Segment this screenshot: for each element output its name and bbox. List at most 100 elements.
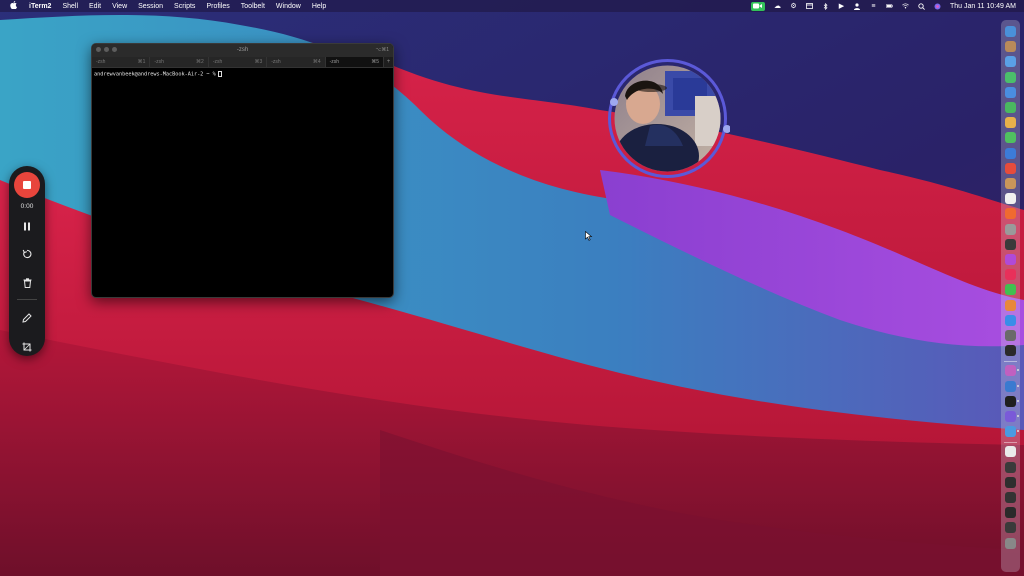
tab-label: -zsh: [271, 59, 281, 65]
menubar-clock[interactable]: Thu Jan 11 10:49 AM: [950, 3, 1016, 10]
dock-app-icon[interactable]: [1005, 411, 1019, 422]
dock-app-icon[interactable]: [1005, 193, 1016, 205]
pause-button[interactable]: [20, 219, 34, 233]
stop-recording-button[interactable]: [14, 172, 40, 198]
pen-icon: [22, 313, 32, 323]
window-controls: [96, 47, 117, 52]
dock-app-icon[interactable]: [1005, 26, 1016, 37]
menu-edit[interactable]: Edit: [89, 3, 101, 10]
crop-button[interactable]: [20, 340, 34, 354]
menu-toolbelt[interactable]: Toolbelt: [241, 3, 265, 10]
dock-app-icon[interactable]: [1005, 426, 1019, 438]
dock-app-icon[interactable]: [1005, 132, 1016, 144]
menu-profiles[interactable]: Profiles: [206, 3, 229, 10]
dock-app-icon[interactable]: [1005, 365, 1019, 377]
wifi-icon[interactable]: [902, 3, 909, 10]
dock-app-icon[interactable]: [1005, 41, 1016, 53]
menu-app-name[interactable]: iTerm2: [29, 3, 51, 10]
dock-app-icon[interactable]: [1005, 223, 1016, 235]
dock-app-icon[interactable]: [1005, 284, 1016, 296]
tab-shortcut: ⌘2: [196, 59, 204, 65]
cloud-icon[interactable]: ☁: [774, 3, 781, 10]
dock-app-icon[interactable]: [1005, 269, 1016, 281]
webcam-bubble[interactable]: [605, 56, 730, 181]
window-icon[interactable]: [806, 3, 813, 10]
dock-app-icon[interactable]: [1005, 314, 1016, 326]
terminal-output[interactable]: andrewvanbeek@andrews-MacBook-Air-2 ~ %: [92, 68, 393, 81]
window-titlebar[interactable]: -zsh ⌥⌘1: [92, 44, 393, 57]
dock-app-icon[interactable]: [1005, 345, 1016, 357]
menu-scripts[interactable]: Scripts: [174, 3, 195, 10]
dock-app-icon[interactable]: [1005, 86, 1016, 98]
dock-app-icon[interactable]: [1005, 208, 1016, 220]
dock-app-icon[interactable]: [1005, 56, 1016, 68]
trash-icon: [23, 278, 31, 288]
dock-app-icon[interactable]: [1005, 178, 1016, 189]
dock-app-icon[interactable]: [1005, 507, 1016, 519]
dock-app-icon[interactable]: [1005, 330, 1016, 341]
bluetooth-icon[interactable]: [822, 2, 829, 10]
dock-app-icon[interactable]: [1005, 71, 1016, 83]
apple-icon[interactable]: [10, 1, 17, 11]
menu-help[interactable]: Help: [312, 3, 326, 10]
recording-timer: 0:00: [20, 203, 34, 210]
dock-app-icon[interactable]: [1005, 147, 1016, 159]
webcam-video: [614, 65, 721, 172]
camera-recording-icon[interactable]: [750, 1, 765, 11]
dock-app-icon[interactable]: [1005, 446, 1016, 458]
restart-button[interactable]: [20, 247, 34, 261]
dock-app-icon[interactable]: [1005, 380, 1019, 392]
draw-button[interactable]: [20, 311, 34, 325]
close-window-button[interactable]: [96, 47, 101, 52]
menu-view[interactable]: View: [112, 3, 127, 10]
restart-icon: [22, 249, 32, 259]
tab-shortcut: ⌘5: [371, 59, 380, 65]
dock-app-icon[interactable]: [1005, 492, 1016, 503]
siri-icon[interactable]: [934, 3, 941, 10]
dock-separator: [1004, 361, 1017, 363]
dock-app-icon[interactable]: [1005, 299, 1016, 311]
running-indicator: [1017, 399, 1019, 402]
minimize-window-button[interactable]: [104, 47, 109, 52]
dock-app-icon[interactable]: [1005, 162, 1016, 174]
tab-shortcut: ⌘3: [254, 59, 263, 65]
tab-label: -zsh: [96, 59, 106, 65]
user-icon[interactable]: [854, 2, 861, 10]
running-indicator: [1017, 430, 1019, 433]
panel-divider: [17, 299, 37, 300]
battery-icon[interactable]: [886, 3, 893, 10]
menu-session[interactable]: Session: [138, 3, 163, 10]
tab-label: -zsh: [329, 59, 340, 65]
play-icon[interactable]: ▶: [838, 3, 845, 10]
tab-label: -zsh: [212, 59, 223, 65]
tab-1[interactable]: -zsh ⌘1: [92, 57, 151, 67]
new-tab-button[interactable]: +: [384, 57, 393, 67]
delete-button[interactable]: [20, 276, 34, 290]
tab-label: -zsh: [154, 59, 164, 65]
tab-3[interactable]: -zsh ⌘3: [208, 57, 268, 67]
dock-app-icon[interactable]: [1005, 395, 1019, 407]
dock-app-icon[interactable]: [1005, 117, 1016, 129]
dock-app-icon[interactable]: [1005, 102, 1016, 113]
menu-window[interactable]: Window: [276, 3, 301, 10]
crop-icon: [22, 342, 32, 352]
tab-5[interactable]: -zsh ⌘5: [325, 57, 385, 67]
shell-prompt: andrewvanbeek@andrews-MacBook-Air-2 ~ %: [94, 71, 216, 78]
dock-app-icon[interactable]: [1005, 238, 1016, 250]
tab-2[interactable]: -zsh ⌘2: [150, 57, 209, 67]
stop-icon: [23, 181, 31, 189]
dock-app-icon[interactable]: [1005, 522, 1016, 534]
dock-separator: [1004, 442, 1017, 444]
window-title: -zsh: [236, 47, 249, 53]
iterm-window[interactable]: -zsh ⌥⌘1 -zsh ⌘1 -zsh ⌘2 -zsh ⌘3 -zsh ⌘4 -zs…: [91, 43, 394, 298]
dock-app-icon[interactable]: [1005, 461, 1016, 473]
gear-icon[interactable]: ⚙: [790, 3, 797, 10]
control-center-icon[interactable]: ≡: [870, 3, 877, 10]
zoom-window-button[interactable]: [112, 47, 117, 52]
menu-shell[interactable]: Shell: [62, 3, 78, 10]
tab-4[interactable]: -zsh ⌘4: [267, 57, 326, 67]
search-icon[interactable]: [918, 2, 925, 10]
dock-app-icon[interactable]: [1005, 476, 1016, 488]
dock-app-icon[interactable]: [1005, 254, 1016, 265]
dock-app-icon[interactable]: [1005, 537, 1016, 549]
